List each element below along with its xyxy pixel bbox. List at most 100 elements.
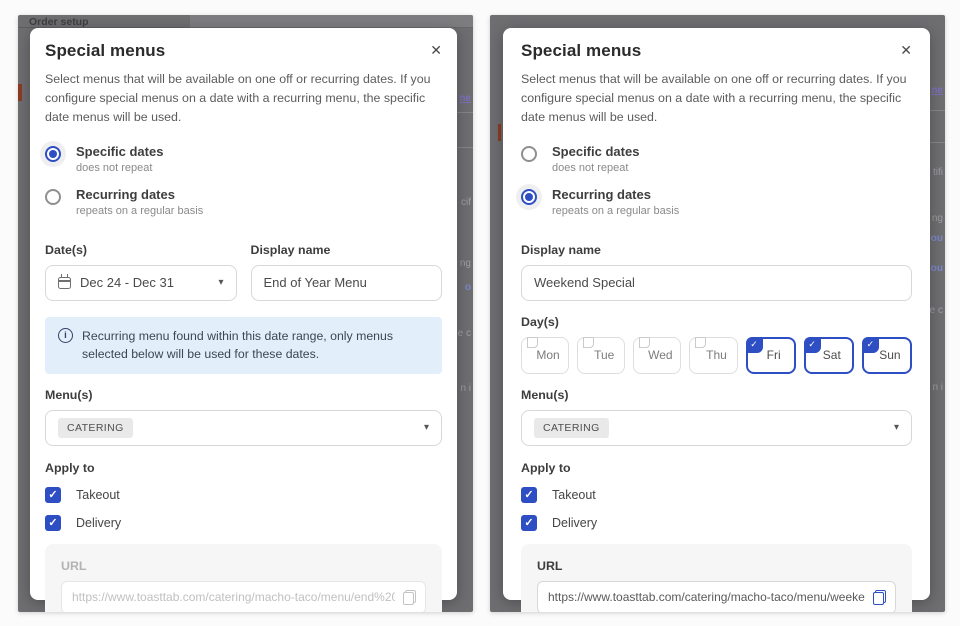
checkbox-icon[interactable]: ✓ [521,515,537,531]
radio-sublabel: repeats on a regular basis [552,205,679,217]
checkbox-label: Takeout [76,488,120,502]
close-icon[interactable]: ✕ [428,41,444,59]
day-label: Wed [648,348,672,362]
day-toggle-fri[interactable]: ✓ Fri [746,337,796,374]
menu-chip-catering: CATERING [58,418,133,438]
day-label: Mon [536,348,559,362]
day-label: Tue [594,348,614,362]
radio-recurring-dates[interactable]: Recurring dates repeats on a regular bas… [45,187,442,217]
checkbox-label: Delivery [76,516,121,530]
url-label: URL [61,559,426,573]
radio-label: Recurring dates [552,187,679,202]
menus-select[interactable]: CATERING ▾ [45,410,442,446]
apply-to-section: Apply to ✓ Takeout ✓ Delivery [521,461,912,531]
background-text-fragment: o [465,282,471,293]
checkbox-icon[interactable]: ✓ [45,515,61,531]
radio-icon[interactable] [45,189,61,205]
checked-corner-icon: ✓ [746,337,763,353]
unchecked-corner-icon [583,337,594,348]
unchecked-corner-icon [695,337,706,348]
dates-field: Date(s) Dec 24 - Dec 31 ▾ [45,243,237,301]
background-text-fragment: e c [458,328,471,339]
date-mode-radio-group: Specific dates does not repeat Recurring… [521,144,912,230]
dialog-description: Select menus that will be available on o… [521,70,912,128]
background-text-fragment: n i [460,383,471,394]
copy-icon[interactable] [403,590,416,605]
radio-icon[interactable] [521,146,537,162]
days-label: Day(s) [521,315,912,329]
background-rule-line [928,110,945,111]
day-toggle-thu[interactable]: Thu [689,337,737,374]
radio-recurring-dates[interactable]: Recurring dates repeats on a regular bas… [521,187,912,217]
menus-select[interactable]: CATERING ▾ [521,410,912,446]
background-rule-line [456,147,473,148]
background-rule-line [928,142,945,143]
url-input-wrapper [61,581,426,612]
date-range-select[interactable]: Dec 24 - Dec 31 ▾ [45,265,237,301]
radio-label: Specific dates [76,144,163,159]
dialog-header: Special menus ✕ [45,41,442,61]
display-name-input[interactable] [251,265,443,301]
checkbox-icon[interactable]: ✓ [521,487,537,503]
apply-to-label: Apply to [521,461,912,475]
menus-field: Menu(s) CATERING ▾ [45,388,442,446]
display-name-label: Display name [251,243,443,257]
chevron-down-icon: ▾ [424,423,429,433]
url-input[interactable] [548,590,865,604]
radio-specific-dates[interactable]: Specific dates does not repeat [521,144,912,174]
radio-sublabel: does not repeat [552,162,639,174]
special-menus-dialog: Special menus ✕ Select menus that will b… [30,28,457,600]
background-active-nav-marker [498,124,501,141]
checkbox-takeout[interactable]: ✓ Takeout [521,487,912,503]
checkbox-takeout[interactable]: ✓ Takeout [45,487,442,503]
day-label: Fri [767,348,781,362]
unchecked-corner-icon [527,337,538,348]
day-label: Sun [879,348,900,362]
day-toggle-tue[interactable]: Tue [577,337,625,374]
checkbox-label: Takeout [552,488,596,502]
checkbox-icon[interactable]: ✓ [45,487,61,503]
day-toggle-wed[interactable]: Wed [633,337,681,374]
date-range-value: Dec 24 - Dec 31 [80,275,174,290]
menus-label: Menu(s) [45,388,442,402]
radio-icon[interactable] [521,189,537,205]
radio-icon[interactable] [45,146,61,162]
order-setup-label: Order setup [29,16,89,28]
radio-sublabel: repeats on a regular basis [76,205,203,217]
dimmed-page-surface [190,15,473,28]
days-section: Day(s) MonTueWedThu✓Fri✓Sat✓Sun [521,315,912,374]
order-setup-nav-item: Order setup [18,15,190,28]
day-toggle-sat[interactable]: ✓Sat [804,337,854,374]
chevron-down-icon: ▾ [894,423,899,433]
date-mode-radio-group: Specific dates does not repeat Recurring… [45,144,442,230]
display-name-field: Display name [521,243,912,301]
url-input-wrapper [537,581,896,612]
checkbox-delivery[interactable]: ✓ Delivery [521,515,912,531]
background-rule-line [456,112,473,113]
special-menus-dialog: Special menus ✕ Select menus that will b… [503,28,930,600]
url-label: URL [537,559,896,573]
url-input[interactable] [72,590,395,604]
checked-corner-icon: ✓ [804,337,821,353]
radio-label: Specific dates [552,144,639,159]
dialog-header: Special menus ✕ [521,41,912,61]
dialog-description: Select menus that will be available on o… [45,70,441,128]
close-icon[interactable]: ✕ [898,41,914,59]
checkbox-delivery[interactable]: ✓ Delivery [45,515,442,531]
day-toggle-sun[interactable]: ✓Sun [862,337,912,374]
day-toggle-mon[interactable]: Mon [521,337,569,374]
calendar-icon [58,277,71,289]
recurring-menu-info-banner: i Recurring menu found within this date … [45,317,442,374]
background-text-fragment: ng [460,258,471,269]
copy-icon[interactable] [873,590,886,605]
background-active-nav-marker [18,84,22,101]
day-label: Thu [706,348,727,362]
radio-specific-dates[interactable]: Specific dates does not repeat [45,144,442,174]
background-text-fragment: ou [931,233,943,244]
url-section: URL Use this link to filter to only this… [45,544,442,612]
right-screenshot: Special menus ✕ Select menus that will b… [490,15,945,612]
day-label: Sat [823,348,841,362]
background-text-fragment: ng [932,213,943,224]
display-name-input[interactable] [521,265,912,301]
chevron-down-icon: ▾ [218,278,223,288]
